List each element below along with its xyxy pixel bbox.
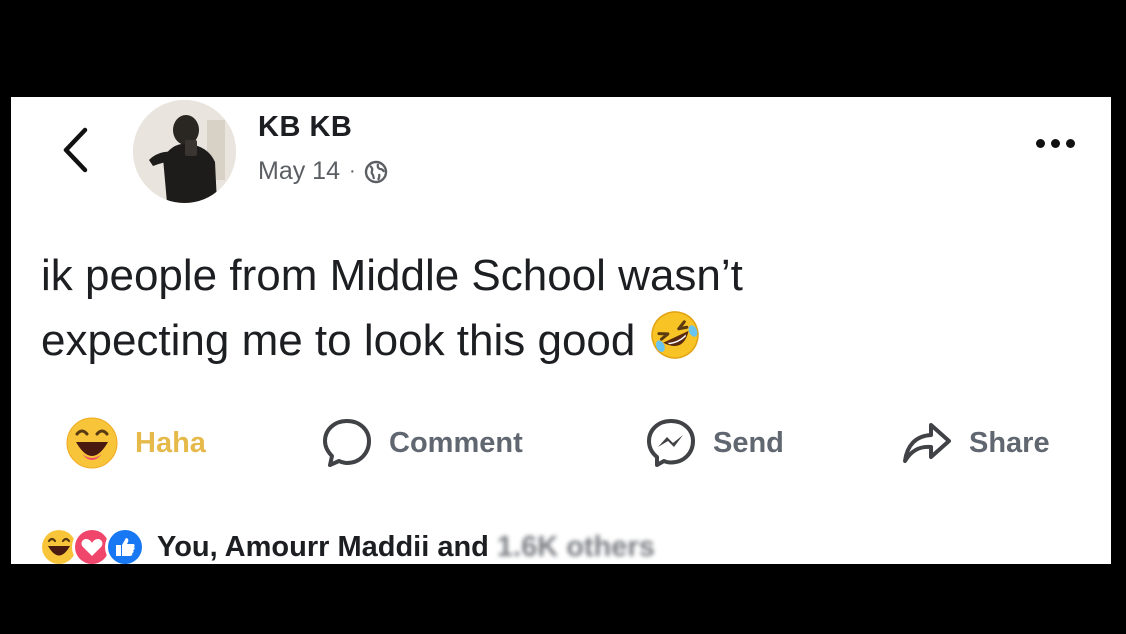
reaction-summary[interactable]: You, Amourr Maddii and 1.6K others [39, 527, 655, 564]
haha-label: Haha [135, 426, 206, 459]
share-label: Share [969, 426, 1050, 459]
like-reaction-icon [105, 527, 145, 564]
comment-button[interactable]: Comment [321, 413, 523, 473]
haha-reaction-button[interactable]: Haha [65, 413, 206, 473]
comment-label: Comment [389, 426, 523, 459]
more-dots-icon [1036, 139, 1045, 148]
share-button[interactable]: Share [901, 413, 1050, 473]
author-name[interactable]: KB KB [258, 111, 352, 144]
reaction-summary-text: You, Amourr Maddii and [157, 530, 489, 563]
post-text: ik people from Middle School wasn’t expe… [41, 243, 1081, 379]
share-arrow-icon [901, 417, 953, 469]
post-card: KB KB May 14 · ik people from Middle Sch… [11, 97, 1111, 564]
back-chevron-icon [63, 127, 88, 173]
rofl-emoji-icon [649, 309, 701, 379]
post-meta: May 14 · [258, 157, 388, 186]
profile-photo [133, 100, 236, 203]
reaction-icons [39, 527, 145, 564]
send-label: Send [713, 426, 784, 459]
post-text-line: expecting me to look this good [41, 308, 1081, 379]
send-button[interactable]: Send [645, 413, 784, 473]
avatar[interactable] [133, 100, 236, 203]
comment-bubble-icon [321, 417, 373, 469]
more-options-button[interactable] [1036, 139, 1075, 148]
reaction-summary-tail: 1.6K others [496, 530, 655, 563]
back-button[interactable] [55, 125, 95, 175]
post-text-line: ik people from Middle School wasn’t [41, 251, 743, 300]
messenger-icon [645, 417, 697, 469]
globe-icon [364, 160, 387, 183]
more-dot [1066, 139, 1075, 148]
meta-separator: · [348, 160, 356, 182]
action-bar: Haha Comment Send Share [11, 413, 1111, 473]
post-text-line2: expecting me to look this good [41, 316, 636, 365]
haha-emoji-icon [65, 416, 119, 470]
more-dot [1051, 139, 1060, 148]
post-date[interactable]: May 14 [258, 157, 340, 186]
